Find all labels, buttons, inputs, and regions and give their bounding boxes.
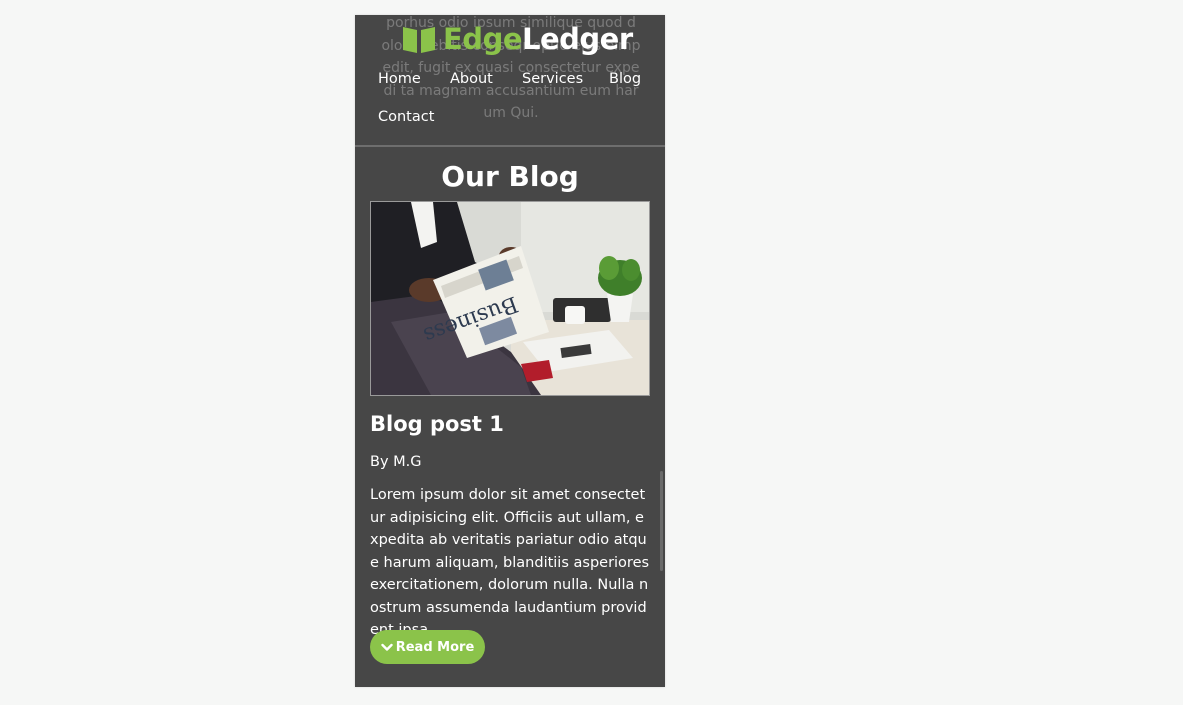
read-more-label: Read More	[395, 639, 475, 655]
nav-services[interactable]: Services	[522, 71, 583, 87]
blog-post-excerpt: Lorem ipsum dolor sit amet consectetur a…	[370, 487, 650, 638]
logo-text-edge: Edge	[443, 22, 523, 56]
nav-home[interactable]: Home	[378, 71, 421, 87]
blog-post-image: Business	[370, 201, 650, 396]
logo-text-ledger: Ledger	[522, 22, 633, 56]
scrollbar-thumb[interactable]	[660, 471, 663, 571]
mobile-viewport: porhus odio ipsum similique quod d olore…	[355, 15, 665, 687]
open-book-icon	[403, 27, 435, 53]
blog-post-title[interactable]: Blog post 1	[370, 412, 504, 436]
chevron-down-icon	[381, 643, 393, 651]
site-header: Edge Ledger Home About Services Blog Cont…	[355, 15, 665, 147]
read-more-button[interactable]: Read More	[370, 630, 485, 664]
nav-blog[interactable]: Blog	[609, 71, 641, 87]
nav-contact[interactable]: Contact	[378, 109, 434, 125]
site-logo[interactable]: Edge Ledger	[401, 21, 633, 57]
blog-post-author: By M.G	[370, 454, 422, 470]
blog-section-title: Our Blog	[441, 160, 579, 193]
newspaper-business-photo: Business	[371, 202, 649, 395]
nav-about[interactable]: About	[450, 71, 493, 87]
